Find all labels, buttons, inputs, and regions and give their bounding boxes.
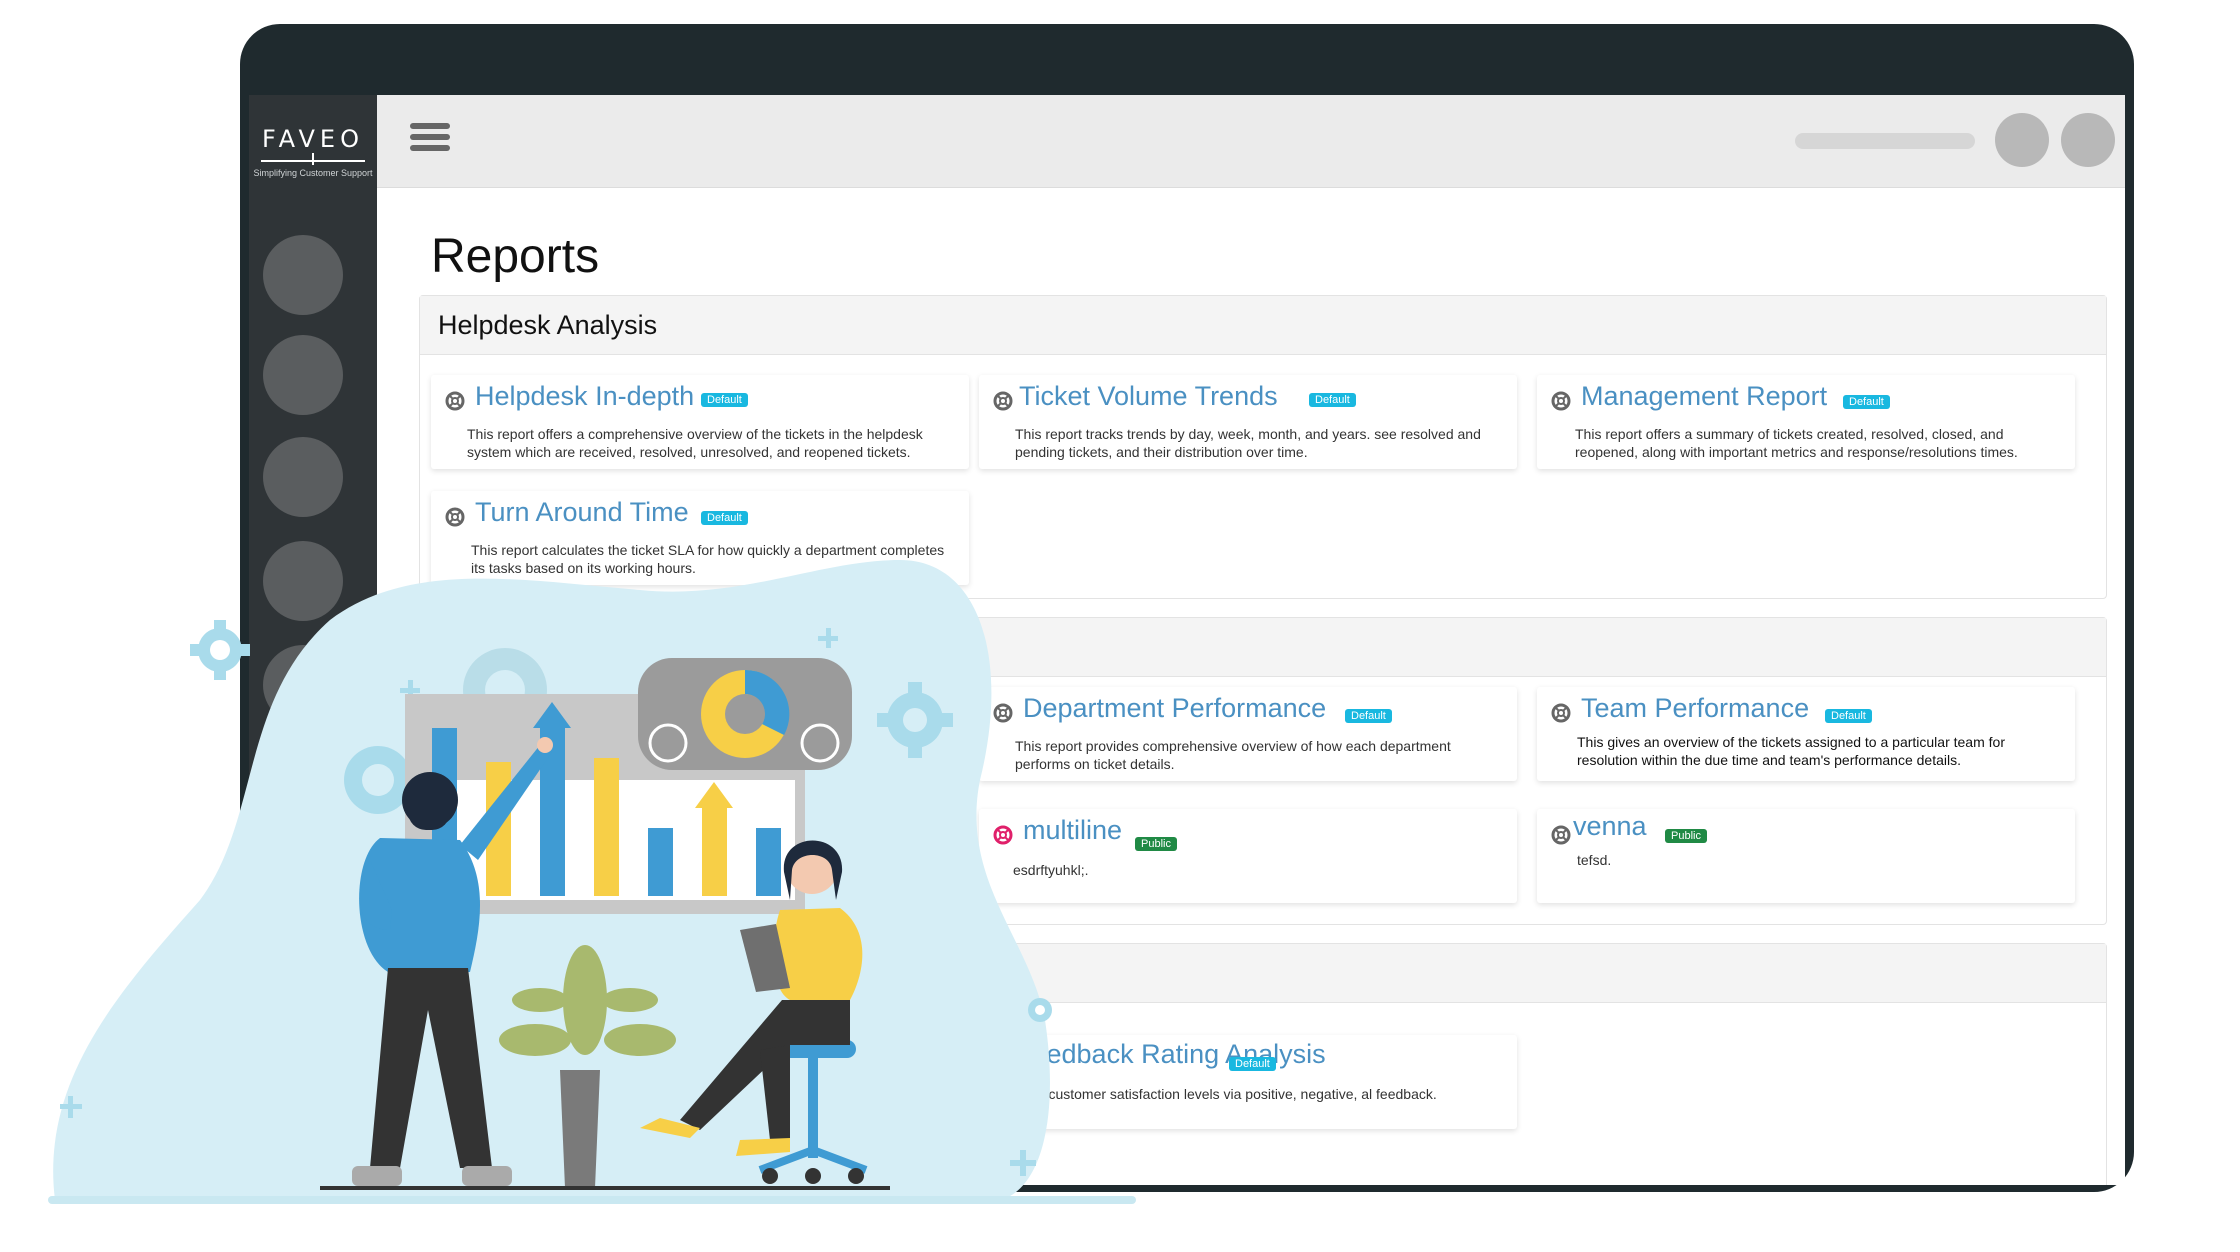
default-badge: Default bbox=[1825, 709, 1872, 723]
lifebuoy-icon bbox=[1551, 825, 1571, 845]
report-description: rizes customer satisfaction levels via p… bbox=[1015, 1086, 1437, 1102]
default-badge: Default bbox=[1843, 395, 1890, 409]
report-title-link[interactable]: Feedback Rating Analysis bbox=[1015, 1039, 1326, 1070]
hamburger-menu-icon[interactable] bbox=[407, 121, 453, 161]
lifebuoy-icon bbox=[445, 391, 465, 411]
sidebar-item-3[interactable] bbox=[263, 437, 343, 517]
lifebuoy-icon bbox=[993, 703, 1013, 723]
section-header: Helpdesk Analysis bbox=[420, 296, 2106, 355]
lifebuoy-icon bbox=[993, 825, 1013, 845]
section-header bbox=[420, 618, 2106, 677]
report-title-link[interactable]: Helpdesk In-depth bbox=[475, 381, 694, 412]
brand-tagline: Simplifying Customer Support bbox=[253, 168, 373, 178]
report-description: This report offers a comprehensive overv… bbox=[467, 426, 923, 460]
report-description: This gives an overview of the tickets as… bbox=[1577, 734, 2005, 768]
report-description: This report tracks trends by day, week, … bbox=[1015, 426, 1481, 460]
sidebar-item-4[interactable] bbox=[263, 541, 343, 621]
default-badge: Default bbox=[1229, 1057, 1276, 1071]
report-card[interactable]: Department Performance Default This repo… bbox=[979, 687, 1517, 781]
app-screen: FAVEO Simplifying Customer Support Repor… bbox=[249, 95, 2125, 1185]
sidebar: FAVEO Simplifying Customer Support bbox=[249, 95, 377, 1185]
report-description: This report calculates the ticket SLA fo… bbox=[471, 542, 945, 576]
lifebuoy-icon bbox=[445, 507, 465, 527]
lifebuoy-icon bbox=[1551, 703, 1571, 723]
search-bar-placeholder[interactable] bbox=[1795, 133, 1975, 149]
notification-avatar[interactable] bbox=[1995, 113, 2049, 167]
report-card[interactable]: Management Report Default This report of… bbox=[1537, 375, 2075, 469]
top-bar bbox=[377, 95, 2125, 188]
report-title-link[interactable]: Turn Around Time bbox=[475, 497, 689, 528]
report-title-link[interactable]: Ticket Volume Trends bbox=[1019, 381, 1278, 412]
ground-line bbox=[48, 1196, 1136, 1204]
report-description: esdrftyuhkl;. bbox=[1013, 862, 1089, 878]
report-title-link[interactable]: multiline bbox=[1023, 815, 1122, 846]
user-avatar[interactable] bbox=[2061, 113, 2115, 167]
report-title-link[interactable]: Department Performance bbox=[1023, 693, 1326, 724]
page-title: Reports bbox=[431, 230, 600, 283]
report-description: This report offers a summary of tickets … bbox=[1575, 426, 2018, 460]
report-card[interactable]: venna Public tefsd. bbox=[1537, 809, 2075, 903]
report-card[interactable]: Team Performance Default This gives an o… bbox=[1537, 687, 2075, 781]
logo-tick bbox=[312, 153, 314, 165]
lifebuoy-icon bbox=[1551, 391, 1571, 411]
report-title-link[interactable]: venna bbox=[1573, 811, 1647, 842]
default-badge: Default bbox=[701, 393, 748, 407]
section-header bbox=[420, 944, 2106, 1003]
report-card[interactable]: Helpdesk In-depth Default This report of… bbox=[431, 375, 969, 469]
default-badge: Default bbox=[1309, 393, 1356, 407]
report-title-link[interactable]: Management Report bbox=[1581, 381, 1827, 412]
report-description: This report provides comprehensive overv… bbox=[1015, 738, 1451, 772]
sidebar-item-2[interactable] bbox=[263, 335, 343, 415]
report-card[interactable]: multiline Public esdrftyuhkl;. bbox=[979, 809, 1517, 903]
report-card[interactable]: Turn Around Time Default This report cal… bbox=[431, 491, 969, 585]
sidebar-item-1[interactable] bbox=[263, 235, 343, 315]
report-description: tefsd. bbox=[1577, 852, 1612, 868]
brand-logo[interactable]: FAVEO bbox=[249, 125, 377, 153]
sidebar-item-5[interactable] bbox=[263, 645, 343, 725]
report-title-link[interactable]: Team Performance bbox=[1581, 693, 1809, 724]
section-title: Helpdesk Analysis bbox=[438, 310, 658, 340]
public-badge: Public bbox=[1135, 837, 1177, 851]
default-badge: Default bbox=[701, 511, 748, 525]
report-card[interactable]: Feedback Rating Analysis Default rizes c… bbox=[979, 1035, 1517, 1129]
lifebuoy-icon bbox=[993, 391, 1013, 411]
report-card[interactable]: Ticket Volume Trends Default This report… bbox=[979, 375, 1517, 469]
default-badge: Default bbox=[1345, 709, 1392, 723]
public-badge: Public bbox=[1665, 829, 1707, 843]
